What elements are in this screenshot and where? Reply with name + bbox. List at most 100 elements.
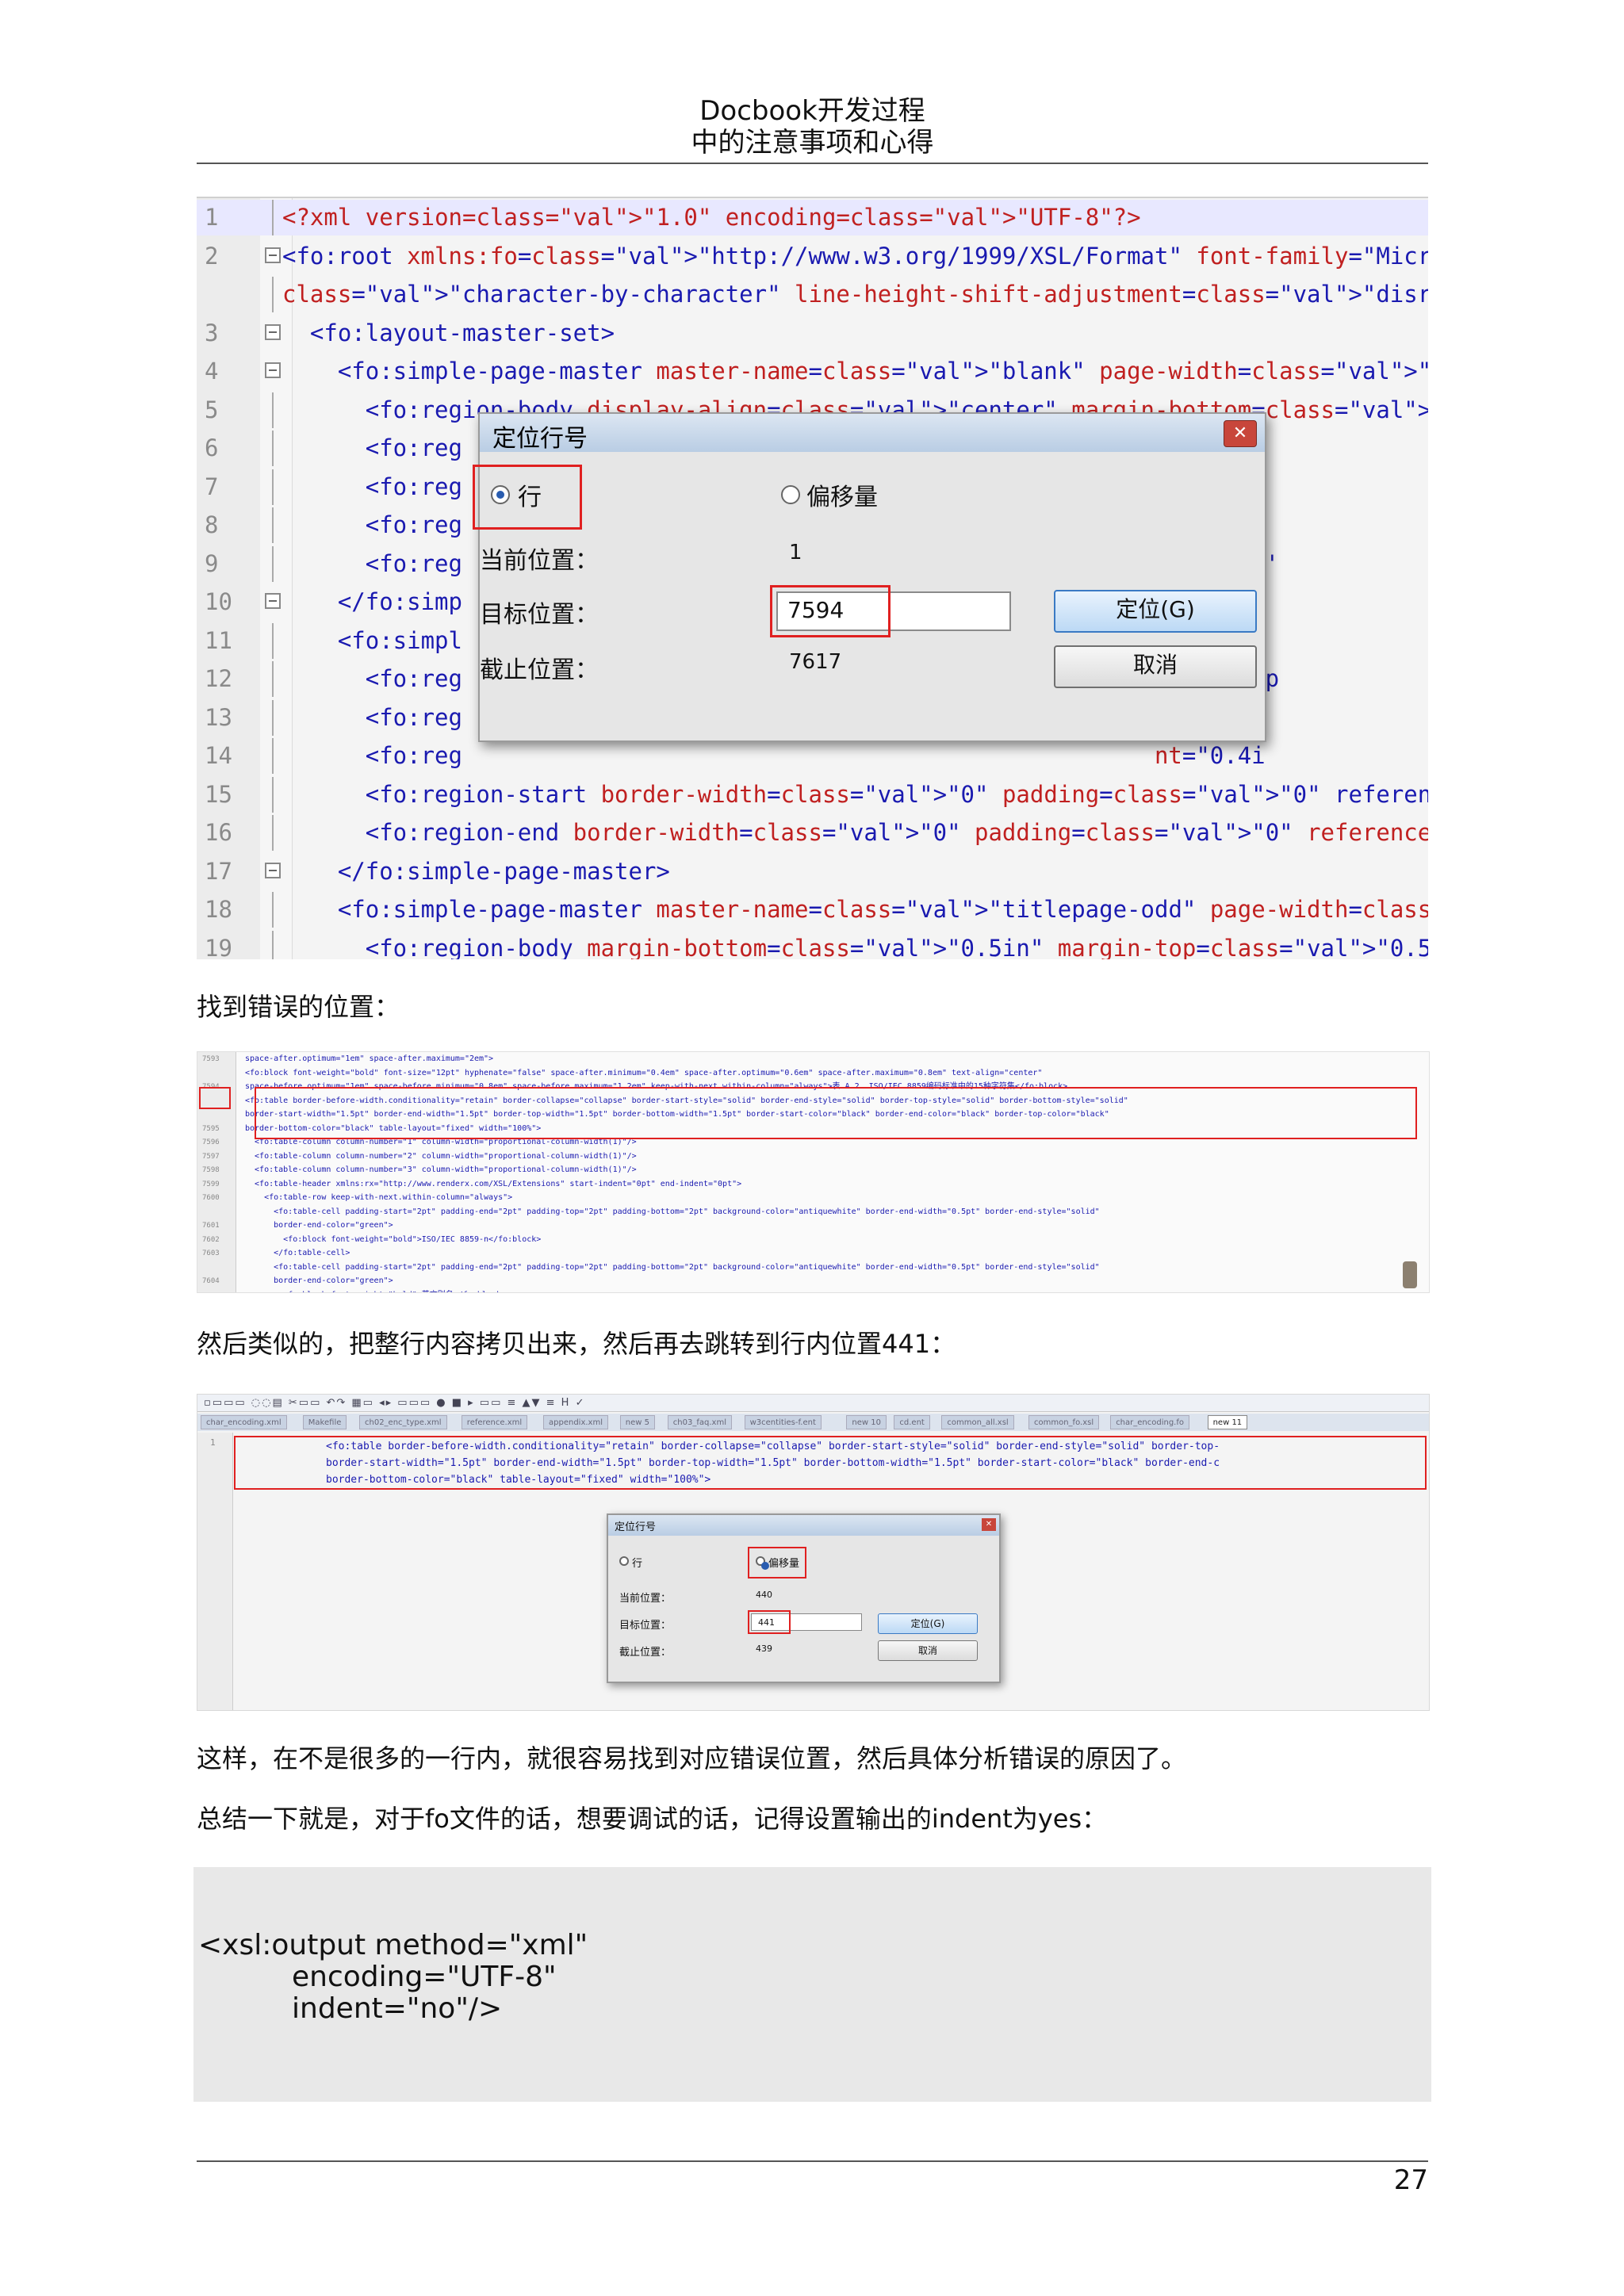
code-text: </fo:simple-page-master> <box>282 857 670 885</box>
editor-tab[interactable]: appendix.xml <box>543 1415 608 1429</box>
highlight-box <box>255 1087 1417 1139</box>
highlight-box <box>748 1547 806 1578</box>
line-number: 5 <box>205 396 219 423</box>
code-line: <fo:table-cell padding-start="2pt" paddi… <box>245 1262 1100 1272</box>
page-header: Docbook开发过程 中的注意事项和心得 <box>197 95 1428 159</box>
target-position-label: 目标位置： <box>619 1620 672 1632</box>
code-text: <fo:simple-page-master master-name=class… <box>282 358 1428 385</box>
dialog-titlebar: 定位行号 ✕ <box>480 414 1265 453</box>
code-block: <xsl:output method="xml" encoding="UTF-8… <box>193 1867 1431 2102</box>
editor-tab[interactable]: new 11 <box>1207 1415 1248 1429</box>
editor-tab[interactable]: char_encoding.fo <box>1110 1415 1189 1429</box>
line-number: 9 <box>205 549 219 577</box>
line-number: 7593 <box>202 1055 220 1063</box>
line-number: 7603 <box>202 1249 220 1257</box>
code-line: border-end-color="green"> <box>245 1221 393 1230</box>
end-position-label: 截止位置： <box>480 656 599 684</box>
fold-toggle-icon[interactable] <box>265 862 281 878</box>
line-number: 1 <box>210 1437 216 1448</box>
editor-tab[interactable]: ch03_faq.xml <box>667 1415 732 1429</box>
editor-tab[interactable]: new 10 <box>846 1415 887 1429</box>
close-icon[interactable]: ✕ <box>1224 420 1257 447</box>
line-number: 4 <box>205 358 219 385</box>
line-number: 10 <box>205 588 232 615</box>
line-number: 15 <box>205 780 232 808</box>
editor-tab[interactable]: new 5 <box>619 1415 656 1429</box>
line-number: 7601 <box>202 1222 220 1230</box>
highlight-box <box>748 1610 791 1634</box>
goto-button[interactable]: 定位(G) <box>878 1613 978 1634</box>
code-line: <fo:block font-weight="bold">英文别名</fo:bl… <box>245 1288 506 1293</box>
figure-error-location: space-after.optimum="1em" space-after.ma… <box>197 1051 1430 1293</box>
line-number: 8 <box>205 511 219 538</box>
code-text: <fo:region-start border-width=class="val… <box>282 780 1428 808</box>
current-position-label: 当前位置： <box>480 547 599 575</box>
line-radio-label: 行 <box>632 1558 643 1570</box>
fold-toggle-icon[interactable] <box>265 323 281 340</box>
editor-tab[interactable]: reference.xml <box>461 1415 528 1429</box>
line-number: 7595 <box>202 1124 220 1133</box>
code-line: <fo:block font-weight="bold" font-size="… <box>245 1068 1043 1077</box>
editor-toolbar[interactable]: ▫▭▭▭ ◌◌▤ ✂▭▭ ↶↷ ▦▭ ◂▸ ▭▭▭ ● ■ ▸ ▭▭ ≡ ▲▼ … <box>197 1395 1429 1412</box>
code-line: 19 <fo:region-body margin-bottom=class="… <box>197 930 1428 960</box>
code-line-1: <xsl:output method="xml" <box>198 1929 588 1961</box>
cancel-button[interactable]: 取消 <box>1054 645 1257 688</box>
fold-line <box>272 930 274 959</box>
editor-tab[interactable]: cd.ent <box>894 1415 930 1429</box>
line-number-gutter <box>197 1433 233 1710</box>
figure-editor-goto-line: 1 <?xml version=class="val">"1.0" encodin… <box>197 197 1428 959</box>
fold-toggle-icon[interactable] <box>265 362 281 378</box>
target-position-label: 目标位置： <box>480 601 599 629</box>
code-line: 2 <fo:root xmlns:fo=class="val">"http://w… <box>197 239 1428 274</box>
code-text: <fo:layout-master-set> <box>282 319 615 346</box>
fold-line <box>272 507 274 543</box>
code-line: 3 <fo:layout-master-set> <box>197 316 1428 351</box>
page-number: 27 <box>1393 2164 1428 2196</box>
line-number: 1 <box>205 204 219 231</box>
header-divider <box>197 163 1428 164</box>
code-line: 15 <fo:region-start border-width=class="… <box>197 776 1428 813</box>
code-line-3: indent="no"/> <box>292 1992 503 2025</box>
current-position-value: 440 <box>756 1590 772 1600</box>
code-text: <fo:root xmlns:fo=class="val">"http://ww… <box>282 242 1428 270</box>
offset-radio[interactable] <box>781 485 800 504</box>
line-number: 7 <box>205 473 219 500</box>
goto-button[interactable]: 定位(G) <box>1054 590 1257 633</box>
fold-toggle-icon[interactable] <box>265 247 281 263</box>
code-line: border-end-color="green"> <box>245 1276 393 1285</box>
scrollbar-thumb[interactable] <box>1403 1261 1417 1288</box>
editor-tab[interactable]: common_fo.xsl <box>1028 1415 1100 1429</box>
editor-tab[interactable]: common_all.xsl <box>941 1415 1014 1429</box>
fold-line <box>272 392 274 428</box>
line-number: 7598 <box>202 1166 220 1174</box>
fold-line <box>272 430 274 466</box>
code-line: <fo:table-header xmlns:rx="http://www.re… <box>245 1179 742 1188</box>
line-number: 7604 <box>202 1277 220 1285</box>
line-number: 7600 <box>202 1194 220 1202</box>
fold-line <box>272 277 274 312</box>
code-text: <fo:simple-page-master master-name=class… <box>282 896 1428 923</box>
close-icon[interactable]: ✕ <box>982 1518 996 1531</box>
paragraph-summary: 总结一下就是，对于fo文件的话，想要调试的话，记得设置输出的indent为yes… <box>197 1804 1108 1834</box>
line-number: 19 <box>205 934 232 960</box>
code-line: <fo:table-column column-number="3" colum… <box>245 1165 637 1174</box>
current-position-value: 1 <box>789 541 802 564</box>
fold-line <box>272 892 274 928</box>
line-number: 12 <box>205 665 232 692</box>
code-line: 16 <fo:region-end border-width=class="va… <box>197 815 1428 851</box>
line-number: 7597 <box>202 1152 220 1161</box>
end-position-label: 截止位置： <box>619 1647 672 1659</box>
editor-tab[interactable]: w3centities-f.ent <box>744 1415 822 1429</box>
editor-tab[interactable]: char_encoding.xml <box>201 1415 287 1429</box>
cancel-button[interactable]: 取消 <box>878 1640 978 1661</box>
line-number: 18 <box>205 896 232 923</box>
line-number: 17 <box>205 857 232 885</box>
editor-tab[interactable]: ch02_enc_type.xml <box>359 1415 447 1429</box>
line-number: 3 <box>205 319 219 346</box>
fold-toggle-icon[interactable] <box>265 593 281 609</box>
editor-tab[interactable]: Makefile <box>302 1415 347 1429</box>
code-line: space-after.optimum="1em" space-after.ma… <box>245 1054 494 1063</box>
fold-line <box>272 815 274 851</box>
line-radio[interactable] <box>619 1556 629 1566</box>
dialog-titlebar: 定位行号 ✕ <box>608 1515 999 1536</box>
